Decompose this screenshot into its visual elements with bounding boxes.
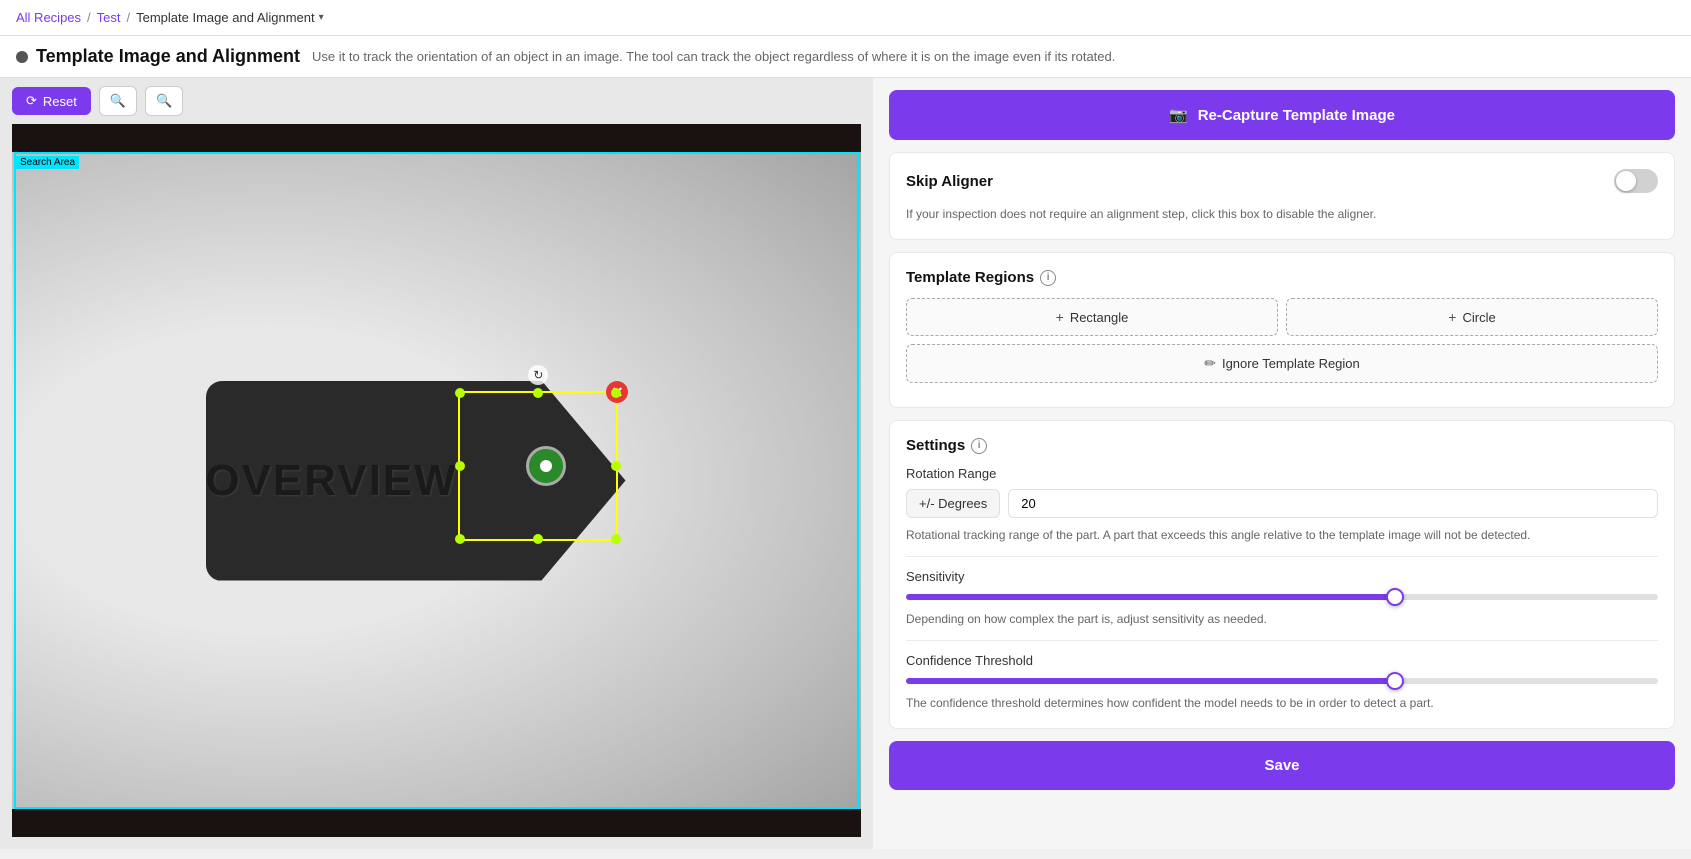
reset-icon: ⟳: [26, 93, 37, 109]
ignore-label: Ignore Template Region: [1222, 356, 1360, 371]
selection-handle-tr[interactable]: [611, 388, 621, 398]
main-layout: ⟳ Reset 🔍 🔍 Search Area OVERVIEW: [0, 78, 1691, 849]
selection-handle-mr[interactable]: [611, 461, 621, 471]
toggle-thumb: [1616, 171, 1636, 191]
divider-2: [906, 640, 1658, 641]
settings-section: Settings i Rotation Range +/- Degrees Ro…: [889, 420, 1675, 729]
sensitivity-slider-row: [906, 594, 1658, 600]
recapture-button[interactable]: 📷 Re-Capture Template Image: [889, 90, 1675, 140]
circle-label: Circle: [1462, 310, 1495, 325]
template-regions-grid: + Rectangle + Circle ✏ Ignore Template R…: [906, 298, 1658, 383]
rotation-range-description: Rotational tracking range of the part. A…: [906, 526, 1658, 544]
template-regions-section: Template Regions i + Rectangle + Circle …: [889, 252, 1675, 408]
selection-handle-tl[interactable]: [455, 388, 465, 398]
camera-image: Search Area OVERVIEW ↻ ✕: [12, 124, 861, 837]
template-regions-title: Template Regions i: [906, 269, 1056, 286]
divider-1: [906, 556, 1658, 557]
sensitivity-slider-thumb[interactable]: [1386, 588, 1404, 606]
selection-handle-br[interactable]: [611, 534, 621, 544]
save-button-container: Save: [889, 741, 1675, 790]
skip-aligner-section: Skip Aligner If your inspection does not…: [889, 152, 1675, 240]
save-button[interactable]: Save: [889, 741, 1675, 790]
inner-circle: [526, 446, 566, 486]
rotation-range-row: +/- Degrees: [906, 489, 1658, 518]
page-title: Template Image and Alignment: [36, 46, 300, 67]
template-regions-info-icon[interactable]: i: [1040, 270, 1056, 286]
confidence-threshold-label: Confidence Threshold: [906, 653, 1658, 668]
tag-text: OVERVIEW: [205, 456, 457, 506]
zoom-in-button[interactable]: 🔍: [99, 86, 137, 116]
zoom-out-icon: 🔍: [156, 93, 172, 109]
breadcrumb-current-label: Template Image and Alignment: [136, 10, 315, 25]
breadcrumb-sep-2: /: [127, 10, 131, 25]
sensitivity-container: Sensitivity Depending on how complex the…: [906, 569, 1658, 628]
selection-handle-tm[interactable]: [533, 388, 543, 398]
breadcrumb-current: Template Image and Alignment ▾: [136, 10, 324, 25]
breadcrumb-test[interactable]: Test: [97, 10, 121, 25]
selection-box[interactable]: ↻ ✕: [458, 391, 618, 541]
template-regions-header: Template Regions i: [906, 269, 1658, 286]
circle-plus-icon: +: [1448, 309, 1456, 325]
confidence-threshold-description: The confidence threshold determines how …: [906, 694, 1658, 712]
rotation-range-label: Rotation Range: [906, 466, 1658, 481]
skip-aligner-toggle[interactable]: [1614, 169, 1658, 193]
skip-aligner-description: If your inspection does not require an a…: [906, 205, 1658, 223]
page-header: Template Image and Alignment Use it to t…: [0, 36, 1691, 78]
image-top-bar: [12, 124, 861, 152]
confidence-threshold-slider[interactable]: [906, 678, 1658, 684]
skip-aligner-header: Skip Aligner: [906, 169, 1658, 193]
settings-title: Settings i: [906, 437, 987, 454]
ignore-region-button[interactable]: ✏ Ignore Template Region: [906, 344, 1658, 383]
zoom-out-button[interactable]: 🔍: [145, 86, 183, 116]
selection-handle-bm[interactable]: [533, 534, 543, 544]
page-description: Use it to track the orientation of an ob…: [312, 49, 1115, 64]
breadcrumb-sep-1: /: [87, 10, 91, 25]
breadcrumb-all-recipes[interactable]: All Recipes: [16, 10, 81, 25]
skip-aligner-title: Skip Aligner: [906, 173, 993, 190]
right-panel: 📷 Re-Capture Template Image Skip Aligner…: [873, 78, 1691, 849]
rectangle-region-button[interactable]: + Rectangle: [906, 298, 1278, 336]
reset-label: Reset: [43, 94, 77, 109]
rectangle-label: Rectangle: [1070, 310, 1129, 325]
settings-header: Settings i: [906, 437, 1658, 454]
image-panel: ⟳ Reset 🔍 🔍 Search Area OVERVIEW: [0, 78, 873, 849]
breadcrumb-bar: All Recipes / Test / Template Image and …: [0, 0, 1691, 36]
rotation-range-container: Rotation Range +/- Degrees Rotational tr…: [906, 466, 1658, 544]
image-bottom-bar: [12, 809, 861, 837]
rotate-handle[interactable]: ↻: [528, 365, 548, 385]
chevron-down-icon[interactable]: ▾: [319, 12, 324, 23]
inner-dot: [540, 460, 552, 472]
confidence-threshold-container: Confidence Threshold The confidence thre…: [906, 653, 1658, 712]
settings-info-icon[interactable]: i: [971, 438, 987, 454]
wand-icon: ✏: [1204, 355, 1216, 372]
recapture-label: Re-Capture Template Image: [1198, 107, 1395, 124]
selection-handle-ml[interactable]: [455, 461, 465, 471]
reset-button[interactable]: ⟳ Reset: [12, 87, 91, 115]
image-container: Search Area OVERVIEW ↻ ✕: [12, 124, 861, 837]
page-header-left: Template Image and Alignment: [16, 46, 300, 67]
camera-icon: 📷: [1169, 106, 1188, 124]
sensitivity-slider[interactable]: [906, 594, 1658, 600]
degrees-badge: +/- Degrees: [906, 489, 1000, 518]
circle-region-button[interactable]: + Circle: [1286, 298, 1658, 336]
image-toolbar: ⟳ Reset 🔍 🔍: [0, 78, 873, 124]
zoom-in-icon: 🔍: [110, 93, 126, 109]
degrees-input[interactable]: [1008, 489, 1658, 518]
rectangle-plus-icon: +: [1056, 309, 1064, 325]
selection-handle-bl[interactable]: [455, 534, 465, 544]
sensitivity-description: Depending on how complex the part is, ad…: [906, 610, 1658, 628]
confidence-threshold-slider-row: [906, 678, 1658, 684]
confidence-threshold-slider-thumb[interactable]: [1386, 672, 1404, 690]
sensitivity-label: Sensitivity: [906, 569, 1658, 584]
status-dot: [16, 51, 28, 63]
